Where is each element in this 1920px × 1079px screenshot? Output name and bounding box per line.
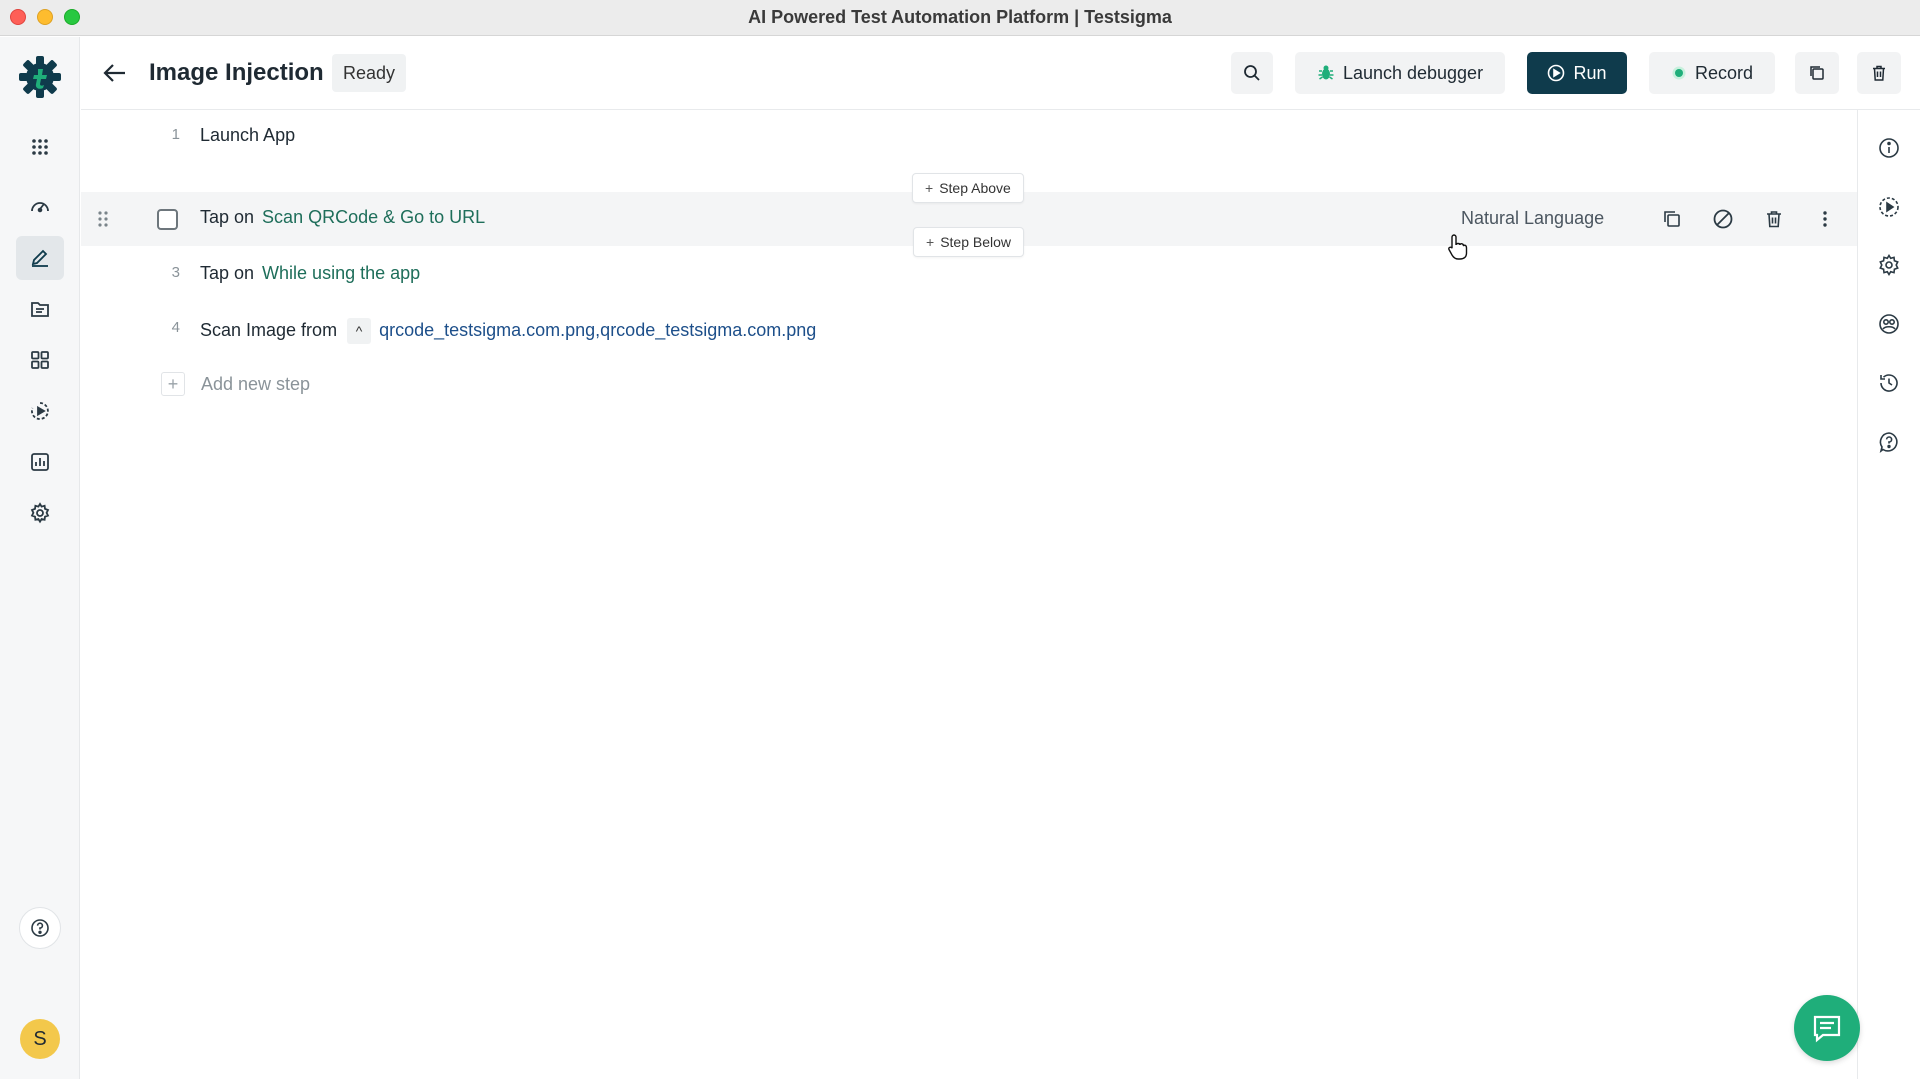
testsigma-logo[interactable] bbox=[18, 55, 62, 99]
help-icon[interactable] bbox=[1877, 430, 1901, 454]
dashboard-icon[interactable] bbox=[16, 185, 64, 229]
record-icon bbox=[1672, 66, 1686, 80]
kebab-menu-icon bbox=[1823, 211, 1827, 227]
runs-icon[interactable] bbox=[16, 389, 64, 433]
step-above-label: Step Above bbox=[939, 180, 1011, 196]
add-step-above-button[interactable]: + Step Above bbox=[912, 173, 1024, 203]
status-badge: Ready bbox=[332, 54, 407, 92]
run-history-icon[interactable] bbox=[1877, 195, 1901, 219]
run-button[interactable]: Run bbox=[1527, 52, 1627, 94]
run-label: Run bbox=[1573, 62, 1607, 83]
right-tool-rail bbox=[1857, 110, 1920, 1079]
more-options-button[interactable] bbox=[1812, 206, 1838, 232]
record-label: Record bbox=[1694, 62, 1754, 83]
drag-handle-icon[interactable] bbox=[95, 208, 111, 230]
step-number: 4 bbox=[171, 319, 180, 336]
launch-debugger-button[interactable]: Launch debugger bbox=[1295, 52, 1505, 94]
test-data-icon[interactable] bbox=[16, 287, 64, 331]
bug-icon bbox=[1318, 65, 1334, 80]
test-data-profile-icon[interactable] bbox=[1877, 312, 1901, 336]
parameter-type-chip[interactable]: ^ bbox=[347, 318, 372, 344]
page-header: Image Injection Ready Launch debugger Ru… bbox=[81, 37, 1920, 110]
copy-icon bbox=[1664, 211, 1680, 227]
apps-grid-icon[interactable] bbox=[16, 125, 64, 169]
step-mode-label[interactable]: Natural Language bbox=[1461, 208, 1604, 229]
search-button[interactable] bbox=[1231, 52, 1273, 94]
test-step[interactable]: 4 Scan Image from ^ qrcode_testsigma.com.p… bbox=[81, 303, 1857, 357]
search-icon bbox=[1244, 65, 1260, 81]
step-checkbox[interactable] bbox=[157, 209, 178, 230]
step-text[interactable]: Tap on While using the app bbox=[200, 263, 420, 284]
page-title: Image Injection bbox=[149, 59, 324, 86]
step-number: 1 bbox=[171, 126, 180, 143]
delete-step-button[interactable] bbox=[1761, 206, 1787, 232]
chat-icon bbox=[1813, 1015, 1841, 1043]
add-new-step-button[interactable]: + Add new step bbox=[161, 372, 310, 396]
test-step[interactable]: 3 Tap on While using the app bbox=[81, 248, 1857, 302]
duplicate-button[interactable] bbox=[1795, 52, 1839, 94]
user-avatar[interactable]: S bbox=[20, 1019, 60, 1059]
settings-icon[interactable] bbox=[16, 491, 64, 535]
left-sidebar: S bbox=[0, 37, 80, 1079]
copy-icon bbox=[1810, 66, 1824, 80]
info-icon[interactable] bbox=[1877, 136, 1901, 160]
step-keyword: Tap on bbox=[200, 263, 255, 283]
step-element-value[interactable]: While using the app bbox=[262, 263, 420, 283]
step-keyword: Scan Image from bbox=[200, 319, 338, 340]
add-new-step-label: Add new step bbox=[201, 374, 311, 394]
step-text[interactable]: Tap on Scan QRCode & Go to URL bbox=[200, 207, 485, 228]
copy-step-button[interactable] bbox=[1659, 206, 1685, 232]
step-keyword: Tap on bbox=[200, 207, 255, 227]
plus-icon: + bbox=[925, 180, 934, 196]
step-keyword: Launch App bbox=[200, 125, 296, 145]
back-arrow-icon[interactable] bbox=[101, 59, 129, 87]
record-button[interactable]: Record bbox=[1649, 52, 1775, 94]
chat-support-button[interactable] bbox=[1794, 995, 1860, 1061]
history-icon[interactable] bbox=[1877, 371, 1901, 395]
settings-icon[interactable] bbox=[1877, 253, 1901, 277]
step-element-value[interactable]: Scan QRCode & Go to URL bbox=[262, 207, 485, 227]
window-titlebar: AI Powered Test Automation Platform | Te… bbox=[0, 0, 1920, 36]
plus-icon: + bbox=[161, 372, 185, 396]
reports-icon[interactable] bbox=[16, 440, 64, 484]
delete-testcase-button[interactable] bbox=[1857, 52, 1901, 94]
elements-icon[interactable] bbox=[16, 338, 64, 382]
step-text[interactable]: Launch App bbox=[200, 125, 295, 146]
step-text[interactable]: Scan Image from ^ qrcode_testsigma.com.png… bbox=[200, 318, 816, 344]
step-file-value[interactable]: qrcode_testsigma.com.png,qrcode_testsigm… bbox=[379, 320, 816, 340]
disable-icon bbox=[1713, 209, 1733, 229]
trash-icon bbox=[1873, 65, 1885, 81]
help-icon[interactable] bbox=[19, 907, 61, 949]
disable-step-button[interactable] bbox=[1710, 206, 1736, 232]
step-number: 3 bbox=[171, 264, 180, 281]
window-title: AI Powered Test Automation Platform | Te… bbox=[748, 7, 1172, 27]
test-step[interactable]: 1 Launch App bbox=[81, 110, 1857, 164]
trash-icon bbox=[1767, 211, 1781, 228]
play-circle-icon bbox=[1548, 64, 1565, 82]
test-cases-icon[interactable] bbox=[16, 236, 64, 280]
hand-cursor-icon bbox=[1448, 234, 1468, 260]
launch-debugger-label: Launch debugger bbox=[1342, 62, 1484, 83]
